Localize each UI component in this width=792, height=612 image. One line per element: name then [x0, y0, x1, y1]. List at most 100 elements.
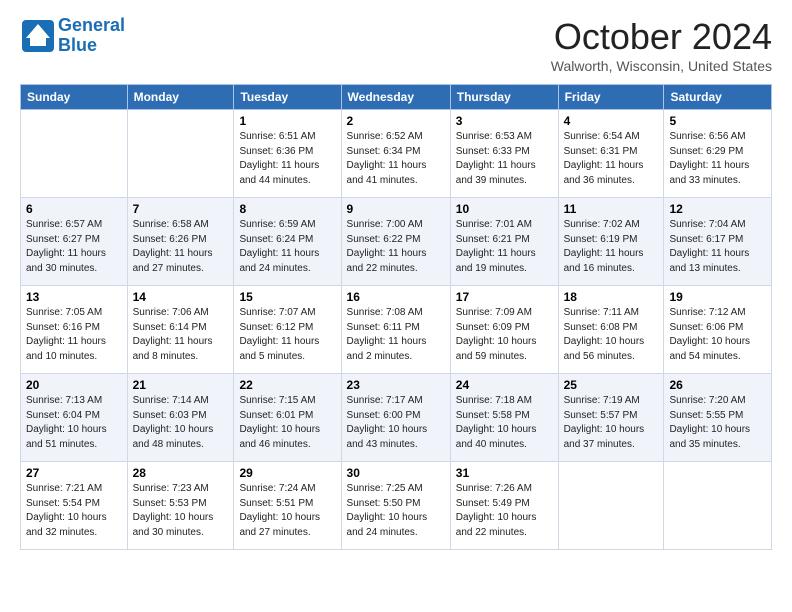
calendar-week-row: 1 Sunrise: 6:51 AM Sunset: 6:36 PM Daylig… — [21, 110, 772, 198]
calendar-cell: 5Sunrise: 6:56 AM Sunset: 6:29 PM Daylig… — [664, 110, 772, 198]
day-info: Sunrise: 7:08 AM Sunset: 6:11 PM Dayligh… — [347, 306, 445, 364]
calendar-week-row: 20 Sunrise: 7:13 AM Sunset: 6:04 PM Dayli… — [21, 374, 772, 462]
day-info: Sunrise: 7:19 AM Sunset: 5:57 PM Dayligh… — [564, 394, 659, 452]
day-number: 19 — [669, 290, 766, 304]
day-number: 5 — [669, 114, 766, 128]
logo: General Blue — [20, 16, 125, 56]
day-of-week-header: Wednesday — [341, 85, 450, 110]
calendar-cell: 18Sunrise: 7:11 AM Sunset: 6:08 PM Dayli… — [558, 286, 664, 374]
calendar-cell: 27 Sunrise: 7:21 AM Sunset: 5:54 PM Dayli… — [21, 462, 128, 550]
day-info: Sunrise: 7:13 AM Sunset: 6:04 PM Dayligh… — [26, 394, 122, 452]
calendar-cell: 30 Sunrise: 7:25 AM Sunset: 5:50 PM Dayli… — [341, 462, 450, 550]
day-number: 12 — [669, 202, 766, 216]
day-info: Sunrise: 7:06 AM Sunset: 6:14 PM Dayligh… — [133, 306, 229, 364]
calendar-week-row: 27 Sunrise: 7:21 AM Sunset: 5:54 PM Dayli… — [21, 462, 772, 550]
calendar-cell: 9Sunrise: 7:00 AM Sunset: 6:22 PM Daylig… — [341, 198, 450, 286]
day-info: Sunrise: 6:57 AM Sunset: 6:27 PM Dayligh… — [26, 218, 122, 276]
day-info: Sunrise: 6:52 AM Sunset: 6:34 PM Dayligh… — [347, 130, 445, 188]
day-of-week-header: Thursday — [450, 85, 558, 110]
day-info: Sunrise: 6:59 AM Sunset: 6:24 PM Dayligh… — [239, 218, 335, 276]
location: Walworth, Wisconsin, United States — [551, 58, 772, 74]
day-of-week-header: Sunday — [21, 85, 128, 110]
day-info: Sunrise: 7:18 AM Sunset: 5:58 PM Dayligh… — [456, 394, 553, 452]
calendar-cell — [127, 110, 234, 198]
day-number: 16 — [347, 290, 445, 304]
calendar-cell: 11 Sunrise: 7:02 AM Sunset: 6:19 PM Dayli… — [558, 198, 664, 286]
day-info: Sunrise: 6:53 AM Sunset: 6:33 PM Dayligh… — [456, 130, 553, 188]
calendar-cell: 20 Sunrise: 7:13 AM Sunset: 6:04 PM Dayli… — [21, 374, 128, 462]
day-number: 9 — [347, 202, 445, 216]
day-info: Sunrise: 7:04 AM Sunset: 6:17 PM Dayligh… — [669, 218, 766, 276]
day-info: Sunrise: 7:09 AM Sunset: 6:09 PM Dayligh… — [456, 306, 553, 364]
day-number: 30 — [347, 466, 445, 480]
calendar-cell: 29 Sunrise: 7:24 AM Sunset: 5:51 PM Dayli… — [234, 462, 341, 550]
calendar-cell: 6 Sunrise: 6:57 AM Sunset: 6:27 PM Daylig… — [21, 198, 128, 286]
calendar-cell: 22 Sunrise: 7:15 AM Sunset: 6:01 PM Dayli… — [234, 374, 341, 462]
day-info: Sunrise: 7:12 AM Sunset: 6:06 PM Dayligh… — [669, 306, 766, 364]
calendar-cell: 17Sunrise: 7:09 AM Sunset: 6:09 PM Dayli… — [450, 286, 558, 374]
header: General Blue October 2024 Walworth, Wisc… — [20, 16, 772, 74]
day-of-week-header: Friday — [558, 85, 664, 110]
calendar-week-row: 13 Sunrise: 7:05 AM Sunset: 6:16 PM Dayli… — [21, 286, 772, 374]
day-info: Sunrise: 7:25 AM Sunset: 5:50 PM Dayligh… — [347, 482, 445, 540]
day-number: 8 — [239, 202, 335, 216]
calendar-cell — [558, 462, 664, 550]
calendar-cell: 28Sunrise: 7:23 AM Sunset: 5:53 PM Dayli… — [127, 462, 234, 550]
day-info: Sunrise: 7:24 AM Sunset: 5:51 PM Dayligh… — [239, 482, 335, 540]
day-info: Sunrise: 7:07 AM Sunset: 6:12 PM Dayligh… — [239, 306, 335, 364]
day-number: 2 — [347, 114, 445, 128]
day-of-week-header: Tuesday — [234, 85, 341, 110]
day-info: Sunrise: 7:26 AM Sunset: 5:49 PM Dayligh… — [456, 482, 553, 540]
day-number: 6 — [26, 202, 122, 216]
calendar-cell: 13 Sunrise: 7:05 AM Sunset: 6:16 PM Dayli… — [21, 286, 128, 374]
day-info: Sunrise: 7:17 AM Sunset: 6:00 PM Dayligh… — [347, 394, 445, 452]
page: General Blue October 2024 Walworth, Wisc… — [0, 0, 792, 560]
day-number: 13 — [26, 290, 122, 304]
calendar-cell: 24Sunrise: 7:18 AM Sunset: 5:58 PM Dayli… — [450, 374, 558, 462]
day-number: 21 — [133, 378, 229, 392]
day-number: 10 — [456, 202, 553, 216]
logo-general: General — [58, 15, 125, 35]
calendar: SundayMondayTuesdayWednesdayThursdayFrid… — [20, 84, 772, 550]
day-number: 25 — [564, 378, 659, 392]
day-info: Sunrise: 7:21 AM Sunset: 5:54 PM Dayligh… — [26, 482, 122, 540]
day-number: 18 — [564, 290, 659, 304]
day-info: Sunrise: 7:20 AM Sunset: 5:55 PM Dayligh… — [669, 394, 766, 452]
day-number: 20 — [26, 378, 122, 392]
calendar-cell — [664, 462, 772, 550]
calendar-cell: 1 Sunrise: 6:51 AM Sunset: 6:36 PM Daylig… — [234, 110, 341, 198]
calendar-cell: 25 Sunrise: 7:19 AM Sunset: 5:57 PM Dayli… — [558, 374, 664, 462]
day-number: 23 — [347, 378, 445, 392]
title-block: October 2024 Walworth, Wisconsin, United… — [551, 16, 772, 74]
day-info: Sunrise: 7:15 AM Sunset: 6:01 PM Dayligh… — [239, 394, 335, 452]
day-info: Sunrise: 7:05 AM Sunset: 6:16 PM Dayligh… — [26, 306, 122, 364]
calendar-cell: 21 Sunrise: 7:14 AM Sunset: 6:03 PM Dayli… — [127, 374, 234, 462]
calendar-cell: 31 Sunrise: 7:26 AM Sunset: 5:49 PM Dayli… — [450, 462, 558, 550]
calendar-week-row: 6 Sunrise: 6:57 AM Sunset: 6:27 PM Daylig… — [21, 198, 772, 286]
day-number: 31 — [456, 466, 553, 480]
day-number: 3 — [456, 114, 553, 128]
day-number: 27 — [26, 466, 122, 480]
day-number: 22 — [239, 378, 335, 392]
calendar-cell: 7Sunrise: 6:58 AM Sunset: 6:26 PM Daylig… — [127, 198, 234, 286]
day-info: Sunrise: 7:14 AM Sunset: 6:03 PM Dayligh… — [133, 394, 229, 452]
calendar-cell: 15Sunrise: 7:07 AM Sunset: 6:12 PM Dayli… — [234, 286, 341, 374]
calendar-cell: 8 Sunrise: 6:59 AM Sunset: 6:24 PM Daylig… — [234, 198, 341, 286]
day-info: Sunrise: 7:02 AM Sunset: 6:19 PM Dayligh… — [564, 218, 659, 276]
calendar-cell: 19 Sunrise: 7:12 AM Sunset: 6:06 PM Dayli… — [664, 286, 772, 374]
day-number: 29 — [239, 466, 335, 480]
calendar-cell: 23 Sunrise: 7:17 AM Sunset: 6:00 PM Dayli… — [341, 374, 450, 462]
calendar-cell: 26 Sunrise: 7:20 AM Sunset: 5:55 PM Dayli… — [664, 374, 772, 462]
day-info: Sunrise: 6:51 AM Sunset: 6:36 PM Dayligh… — [239, 130, 335, 188]
day-number: 1 — [239, 114, 335, 128]
calendar-cell — [21, 110, 128, 198]
day-number: 4 — [564, 114, 659, 128]
day-number: 11 — [564, 202, 659, 216]
day-info: Sunrise: 7:23 AM Sunset: 5:53 PM Dayligh… — [133, 482, 229, 540]
logo-blue: Blue — [58, 35, 97, 55]
calendar-cell: 12 Sunrise: 7:04 AM Sunset: 6:17 PM Dayli… — [664, 198, 772, 286]
day-number: 26 — [669, 378, 766, 392]
calendar-cell: 4Sunrise: 6:54 AM Sunset: 6:31 PM Daylig… — [558, 110, 664, 198]
calendar-header-row: SundayMondayTuesdayWednesdayThursdayFrid… — [21, 85, 772, 110]
day-number: 7 — [133, 202, 229, 216]
